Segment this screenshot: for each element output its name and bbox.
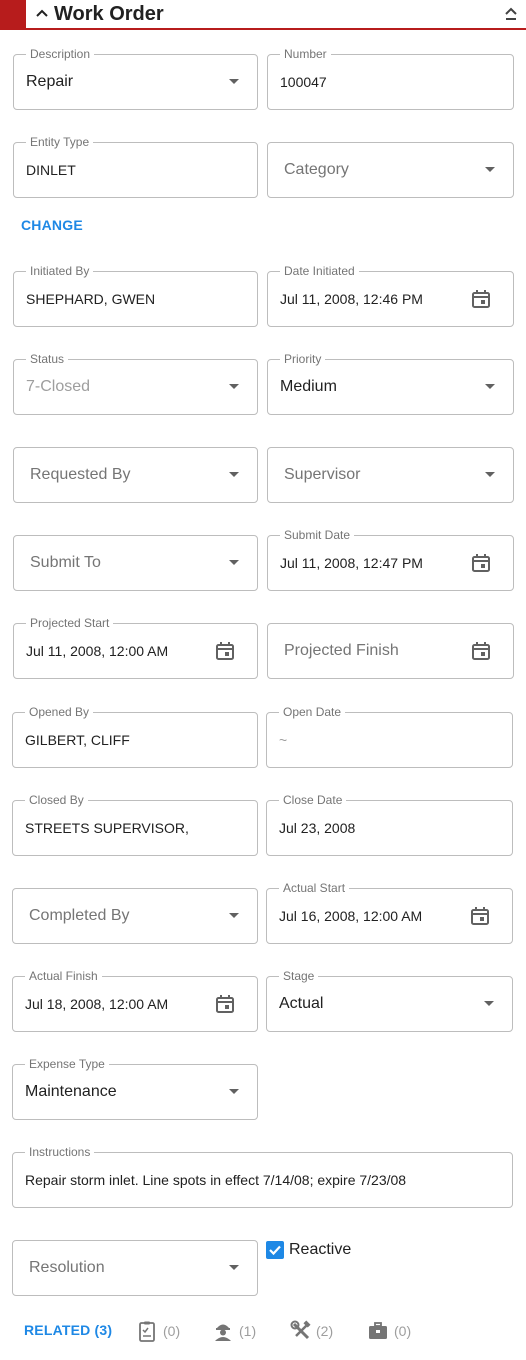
initiated-by-value: SHEPHARD, GWEN [26,291,156,307]
completed-by-placeholder: Completed By [29,907,130,924]
description-select[interactable]: Description Repair [13,47,258,110]
actual-start-value: Jul 16, 2008, 12:00 AM [279,908,423,924]
resolution-select[interactable]: Resolution [12,1240,258,1296]
status-value: 7-Closed [26,378,91,395]
stage-select[interactable]: Stage Actual [266,969,513,1032]
expense-type-select[interactable]: Expense Type Maintenance [12,1057,258,1120]
opened-by-value: GILBERT, CLIFF [25,732,130,748]
entity-type-field[interactable]: Entity Type DINLET [13,135,258,198]
number-field[interactable]: Number 100047 [267,47,514,110]
dropdown-arrow-icon [229,79,239,84]
open-date-label: Open Date [279,705,346,719]
chevron-up-icon[interactable] [35,6,49,20]
initiated-by-field[interactable]: Initiated By SHEPHARD, GWEN [13,264,258,327]
toolbox-icon[interactable] [367,1320,389,1342]
date-initiated-field[interactable]: Date Initiated Jul 11, 2008, 12:46 PM [267,264,514,327]
dropdown-arrow-icon [229,472,239,477]
dropdown-arrow-icon [485,472,495,477]
category-select[interactable]: Category [267,142,514,198]
closed-by-value: STREETS SUPERVISOR, [25,820,189,836]
actual-finish-field[interactable]: Actual Finish Jul 18, 2008, 12:00 AM [12,969,258,1032]
calendar-icon[interactable] [471,641,491,661]
dropdown-arrow-icon [229,1265,239,1270]
dropdown-arrow-icon [484,1001,494,1006]
submit-to-select[interactable]: Submit To [13,535,258,591]
dropdown-arrow-icon [485,167,495,172]
requested-by-select[interactable]: Requested By [13,447,258,503]
submit-date-value: Jul 11, 2008, 12:47 PM [280,555,423,571]
status-select[interactable]: Status 7-Closed [13,352,258,415]
calendar-icon[interactable] [215,994,235,1014]
checkmark-icon [269,1245,281,1256]
description-value: Repair [26,73,74,90]
calendar-icon[interactable] [471,289,491,309]
tools-count: (2) [316,1323,334,1339]
date-initiated-value: Jul 11, 2008, 12:46 PM [280,291,423,307]
close-date-field[interactable]: Close Date Jul 23, 2008 [266,793,513,856]
calendar-icon[interactable] [471,553,491,573]
stage-value: Actual [279,995,324,1012]
work-order-header[interactable]: Work Order [0,0,526,30]
dropdown-arrow-icon [485,384,495,389]
expense-type-value: Maintenance [25,1083,117,1100]
instructions-value: Repair storm inlet. Line spots in effect… [25,1172,407,1188]
section-title: Work Order [54,3,164,25]
requested-by-placeholder: Requested By [30,466,131,483]
projected-finish-placeholder: Projected Finish [284,642,399,659]
related-link[interactable]: RELATED (3) [24,1322,112,1338]
change-button[interactable]: CHANGE [21,217,83,233]
open-date-value: ~ [279,732,288,748]
actual-finish-value: Jul 18, 2008, 12:00 AM [25,996,169,1012]
submit-to-placeholder: Submit To [30,554,101,571]
number-value: 100047 [280,74,327,90]
projected-start-field[interactable]: Projected Start Jul 11, 2008, 12:00 AM [13,616,258,679]
worker-count: (1) [239,1323,257,1339]
header-accent-bar [0,0,26,28]
projected-start-value: Jul 11, 2008, 12:00 AM [26,643,169,659]
open-date-field[interactable]: Open Date ~ [266,705,513,768]
collapse-icon[interactable] [504,6,518,22]
reactive-checkbox[interactable] [266,1241,284,1259]
supervisor-placeholder: Supervisor [284,466,361,483]
completed-by-select[interactable]: Completed By [12,888,258,944]
reactive-label: Reactive [289,1241,352,1258]
closed-by-field[interactable]: Closed By STREETS SUPERVISOR, [12,793,258,856]
resolution-placeholder: Resolution [29,1259,105,1276]
clipboard-icon[interactable] [136,1320,158,1342]
supervisor-select[interactable]: Supervisor [267,447,514,503]
opened-by-field[interactable]: Opened By GILBERT, CLIFF [12,705,258,768]
dropdown-arrow-icon [229,913,239,918]
priority-value: Medium [280,378,337,395]
dropdown-arrow-icon [229,560,239,565]
toolbox-count: (0) [394,1323,412,1339]
dropdown-arrow-icon [229,1089,239,1094]
category-placeholder: Category [284,161,349,178]
submit-date-field[interactable]: Submit Date Jul 11, 2008, 12:47 PM [267,528,514,591]
clipboard-count: (0) [163,1323,181,1339]
dropdown-arrow-icon [229,384,239,389]
priority-select[interactable]: Priority Medium [267,352,514,415]
entity-type-value: DINLET [26,162,76,178]
calendar-icon[interactable] [215,641,235,661]
instructions-field[interactable]: Instructions Repair storm inlet. Line sp… [12,1145,513,1208]
actual-start-field[interactable]: Actual Start Jul 16, 2008, 12:00 AM [266,881,513,944]
close-date-value: Jul 23, 2008 [279,820,356,836]
tools-icon[interactable] [290,1320,312,1342]
worker-icon[interactable] [212,1320,234,1342]
projected-finish-field[interactable]: Projected Finish [267,623,514,679]
calendar-icon[interactable] [470,906,490,926]
